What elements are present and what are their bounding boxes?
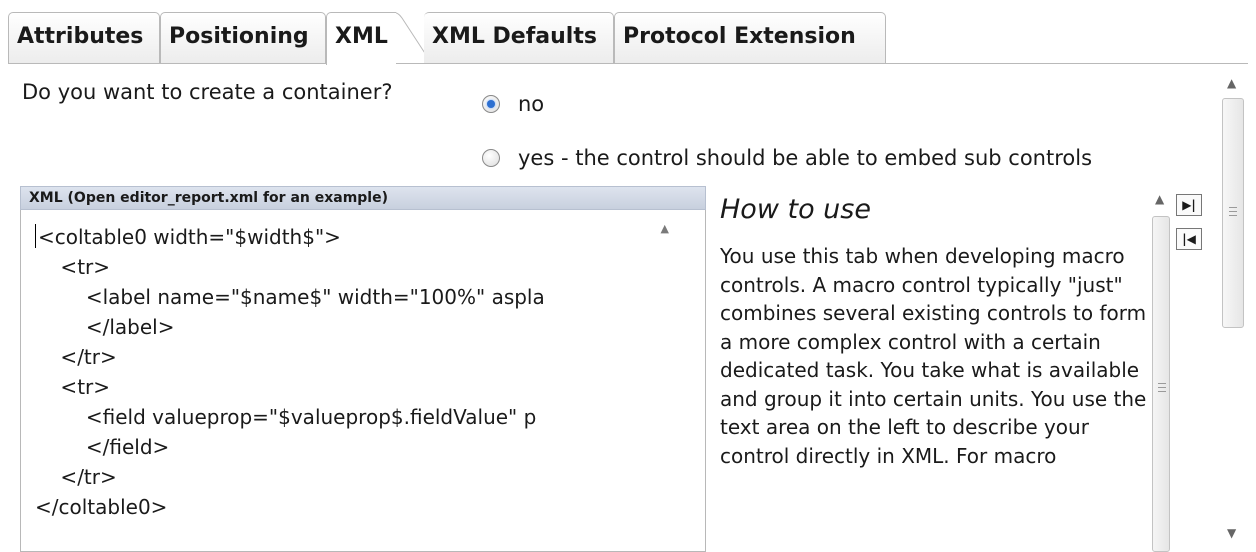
page-scrollbar[interactable]: ▲ ▼ — [1218, 64, 1248, 552]
tab-attributes[interactable]: Attributes — [8, 12, 160, 64]
xml-line: <tr> — [35, 255, 111, 279]
help-title: How to use — [720, 194, 871, 225]
grip-line — [1229, 207, 1237, 208]
xml-line: <coltable0 width="$width$"> — [38, 225, 341, 249]
grip-line — [1158, 391, 1166, 392]
radio-no-label: no — [518, 92, 545, 116]
grip-line — [1229, 211, 1237, 212]
page-scroll-up-icon[interactable]: ▲ — [1227, 76, 1236, 90]
xml-line: <tr> — [35, 375, 111, 399]
radio-no[interactable]: no — [482, 92, 544, 116]
tab-label: Positioning — [169, 24, 309, 49]
xml-code[interactable]: <coltable0 width="$width$"> <tr> <label … — [35, 222, 545, 522]
help-scroll-thumb[interactable] — [1152, 216, 1170, 552]
xml-line: </coltable0> — [35, 495, 168, 519]
xml-scroll-up-icon[interactable]: ▲ — [661, 222, 669, 235]
xml-line: </label> — [35, 315, 175, 339]
tab-bar: Attributes Positioning XML XML Defaults … — [0, 0, 1256, 65]
tab-label: XML Defaults — [432, 24, 597, 49]
xml-line: </tr> — [35, 345, 117, 369]
radio-no-button[interactable] — [482, 95, 500, 113]
radio-yes-button[interactable] — [482, 149, 500, 167]
grip-line — [1158, 383, 1166, 384]
tab-protocol-extension[interactable]: Protocol Extension — [614, 12, 886, 64]
xml-editor-header: XML (Open editor_report.xml for an examp… — [20, 186, 706, 210]
radio-yes[interactable]: yes - the control should be able to embe… — [482, 146, 1092, 170]
grip-line — [1229, 215, 1237, 216]
xml-tab-panel: Do you want to create a container? no ye… — [8, 64, 1224, 552]
help-area: How to use You use this tab when develop… — [714, 186, 1150, 552]
xml-line: </field> — [35, 435, 170, 459]
tab-label: Attributes — [17, 24, 144, 49]
page-scroll-down-icon[interactable]: ▼ — [1227, 526, 1236, 540]
help-text: You use this tab when developing macro c… — [720, 244, 1147, 468]
tab-positioning[interactable]: Positioning — [160, 12, 326, 64]
text-caret — [35, 224, 36, 248]
xml-line: </tr> — [35, 465, 117, 489]
container-question: Do you want to create a container? — [22, 80, 393, 104]
tab-label: XML — [335, 24, 388, 49]
help-scroll-up-icon[interactable]: ▲ — [1155, 192, 1164, 206]
expand-panel-icon[interactable]: ▶| — [1176, 194, 1202, 216]
tab-xml-defaults[interactable]: XML Defaults — [424, 12, 614, 64]
collapse-panel-icon[interactable]: |◀ — [1176, 228, 1202, 250]
tab-xml[interactable]: XML — [326, 12, 396, 65]
page-scroll-thumb[interactable] — [1222, 98, 1244, 328]
grip-line — [1158, 387, 1166, 388]
radio-yes-label: yes - the control should be able to embe… — [518, 146, 1093, 170]
xml-line: <field valueprop="$valueprop$.fieldValue… — [35, 405, 537, 429]
xml-line: <label name="$name$" width="100%" aspla — [35, 285, 545, 309]
help-scrollbar[interactable]: ▲ — [1150, 186, 1172, 552]
tab-label: Protocol Extension — [623, 24, 856, 49]
xml-editor[interactable]: <coltable0 width="$width$"> <tr> <label … — [20, 210, 706, 552]
